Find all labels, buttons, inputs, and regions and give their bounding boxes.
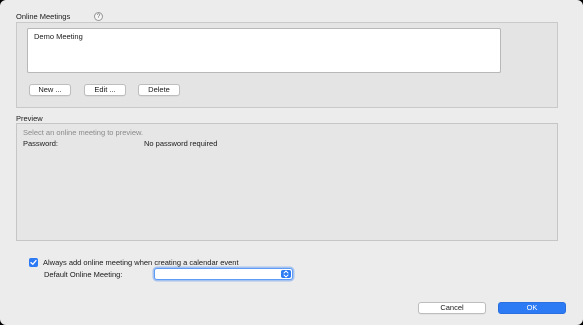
preview-hint: Select an online meeting to preview. xyxy=(23,128,144,137)
default-meeting-select[interactable] xyxy=(154,268,293,280)
meetings-list[interactable]: Demo Meeting xyxy=(27,28,501,73)
online-meetings-group: Demo Meeting New ... Edit ... Delete xyxy=(16,22,558,108)
checkmark-icon xyxy=(30,259,37,265)
password-value: No password required xyxy=(144,139,218,148)
preview-title: Preview xyxy=(16,114,43,123)
new-meeting-button[interactable]: New ... xyxy=(29,84,71,96)
default-meeting-label: Default Online Meeting: xyxy=(44,270,123,279)
help-icon[interactable]: ? xyxy=(94,12,103,21)
ok-button[interactable]: OK xyxy=(498,302,566,314)
list-item[interactable]: Demo Meeting xyxy=(34,32,83,41)
always-add-checkbox[interactable] xyxy=(29,258,38,267)
online-meetings-dialog: Online Meetings ? Demo Meeting New ... E… xyxy=(0,0,583,325)
cancel-button[interactable]: Cancel xyxy=(418,302,486,314)
online-meetings-title: Online Meetings xyxy=(16,12,71,21)
always-add-label[interactable]: Always add online meeting when creating … xyxy=(43,258,239,267)
select-arrows-icon xyxy=(281,270,291,278)
delete-meeting-button[interactable]: Delete xyxy=(138,84,180,96)
preview-panel: Select an online meeting to preview. Pas… xyxy=(16,123,558,241)
password-label: Password: xyxy=(23,139,59,148)
edit-meeting-button[interactable]: Edit ... xyxy=(84,84,126,96)
